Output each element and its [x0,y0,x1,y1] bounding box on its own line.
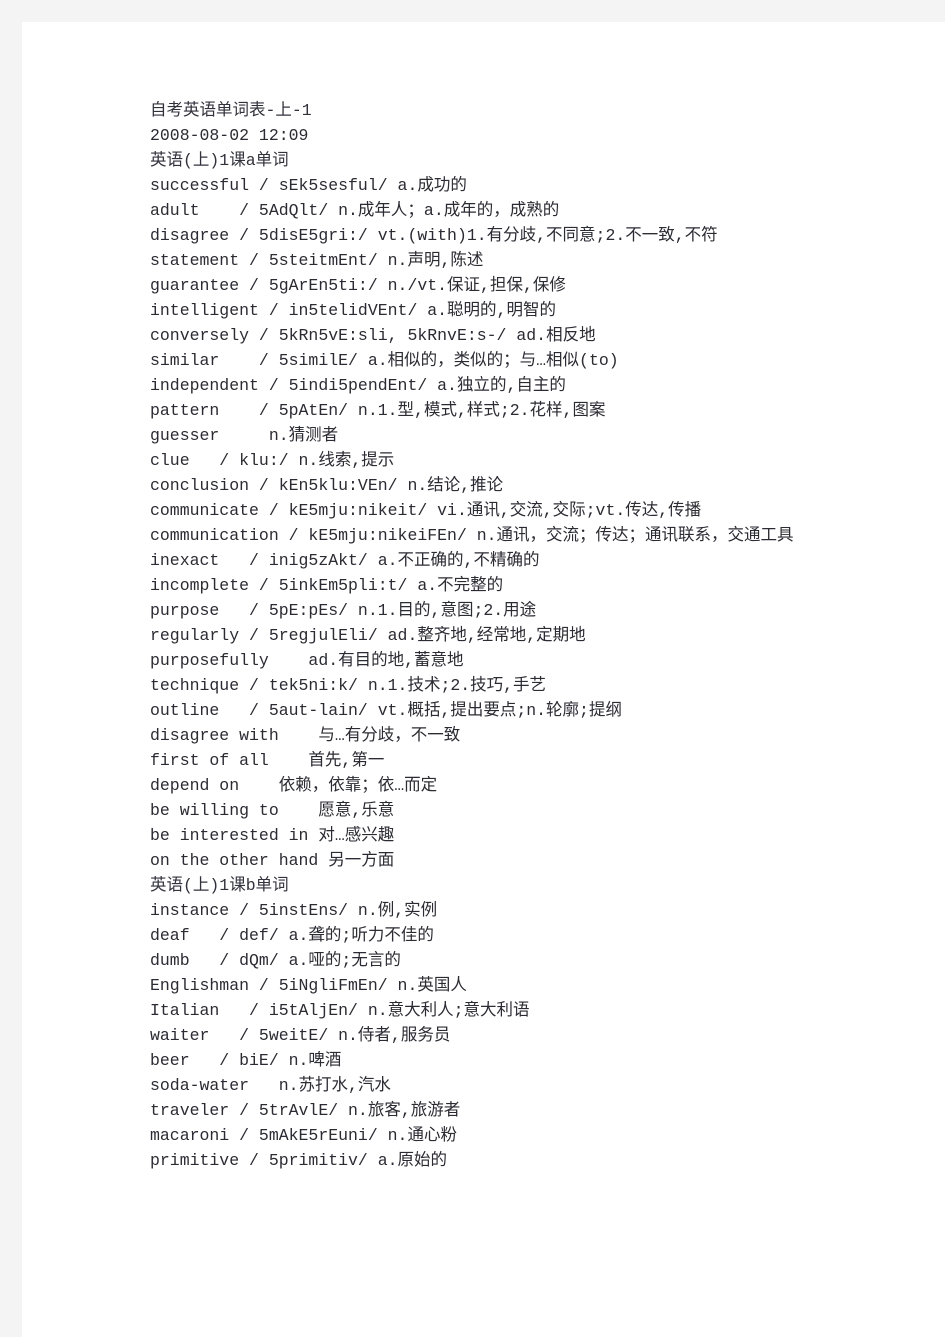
vocab-line: guesser n.猜测者 [150,426,339,445]
vocab-line: purposefully ad.有目的地,蓄意地 [150,651,464,670]
vocab-line: communicate / kE5mju:nikeit/ vi.通讯,交流,交际… [150,501,702,520]
vocab-line: primitive / 5primitiv/ a.原始的 [150,1151,448,1170]
vocab-line: depend on 依赖，依靠；依…而定 [150,776,438,795]
vocab-line: pattern / 5pAtEn/ n.1.型,模式,样式;2.花样,图案 [150,401,606,420]
section-heading-lesson1b: 英语(上)1课b单词 [150,876,289,895]
vocab-line: beer / biE/ n.啤酒 [150,1051,342,1070]
vocab-line: instance / 5instEns/ n.例,实例 [150,901,438,920]
vocab-line: be willing to 愿意,乐意 [150,801,395,820]
vocab-line: intelligent / in5telidVEnt/ a.聪明的,明智的 [150,301,556,320]
vocab-line: independent / 5indi5pendEnt/ a.独立的,自主的 [150,376,566,395]
section-heading-lesson1a: 英语(上)1课a单词 [150,151,289,170]
vocab-line: conversely / 5kRn5vE:sli, 5kRnvE:s-/ ad.… [150,326,596,345]
vocab-line: disagree / 5disE5gri:/ vt.(with)1.有分歧,不同… [150,226,718,245]
vocab-line: be interested in 对…感兴趣 [150,826,395,845]
document-text-body: 自考英语单词表-上-1 2008-08-02 12:09 英语(上)1课a单词 … [150,98,840,1173]
vocab-line: guarantee / 5gArEn5ti:/ n./vt.保证,担保,保修 [150,276,566,295]
vocab-line: incomplete / 5inkEm5pli:t/ a.不完整的 [150,576,504,595]
vocab-line: dumb / dQm/ a.哑的;无言的 [150,951,401,970]
vocab-line: soda-water n.苏打水,汽水 [150,1076,391,1095]
vocab-line: regularly / 5regjulEli/ ad.整齐地,经常地,定期地 [150,626,586,645]
vocab-line: deaf / def/ a.聋的;听力不佳的 [150,926,434,945]
vocab-line: inexact / inig5zAkt/ a.不正确的,不精确的 [150,551,540,570]
vocab-line: first of all 首先,第一 [150,751,385,770]
vocab-line: outline / 5aut-lain/ vt.概括,提出要点;n.轮廓;提纲 [150,701,622,720]
vocab-line: clue / klu:/ n.线索,提示 [150,451,395,470]
vocab-line: technique / tek5ni:k/ n.1.技术;2.技巧,手艺 [150,676,547,695]
vocab-line: macaroni / 5mAkE5rEuni/ n.通心粉 [150,1126,457,1145]
vocab-line: traveler / 5trAvlE/ n.旅客,旅游者 [150,1101,461,1120]
document-timestamp: 2008-08-02 12:09 [150,126,309,145]
vocab-line: disagree with 与…有分歧，不一致 [150,726,461,745]
vocab-line: communication / kE5mju:nikeiFEn/ n.通讯，交流… [150,526,794,545]
vocab-line: conclusion / kEn5klu:VEn/ n.结论,推论 [150,476,504,495]
vocab-line: similar / 5similE/ a.相似的，类似的；与…相似(to) [150,351,619,370]
vocab-line: statement / 5steitmEnt/ n.声明,陈述 [150,251,484,270]
vocab-line: on the other hand 另一方面 [150,851,395,870]
vocab-line: successful / sEk5sesful/ a.成功的 [150,176,467,195]
vocab-line: purpose / 5pE:pEs/ n.1.目的,意图;2.用途 [150,601,537,620]
vocab-line: waiter / 5weitE/ n.侍者,服务员 [150,1026,451,1045]
vocab-line: Englishman / 5iNgliFmEn/ n.英国人 [150,976,467,995]
vocab-line: Italian / i5tAljEn/ n.意大利人;意大利语 [150,1001,530,1020]
document-page: 自考英语单词表-上-1 2008-08-02 12:09 英语(上)1课a单词 … [22,22,945,1337]
document-title: 自考英语单词表-上-1 [150,101,312,120]
vocab-line: adult / 5AdQlt/ n.成年人；a.成年的，成熟的 [150,201,560,220]
